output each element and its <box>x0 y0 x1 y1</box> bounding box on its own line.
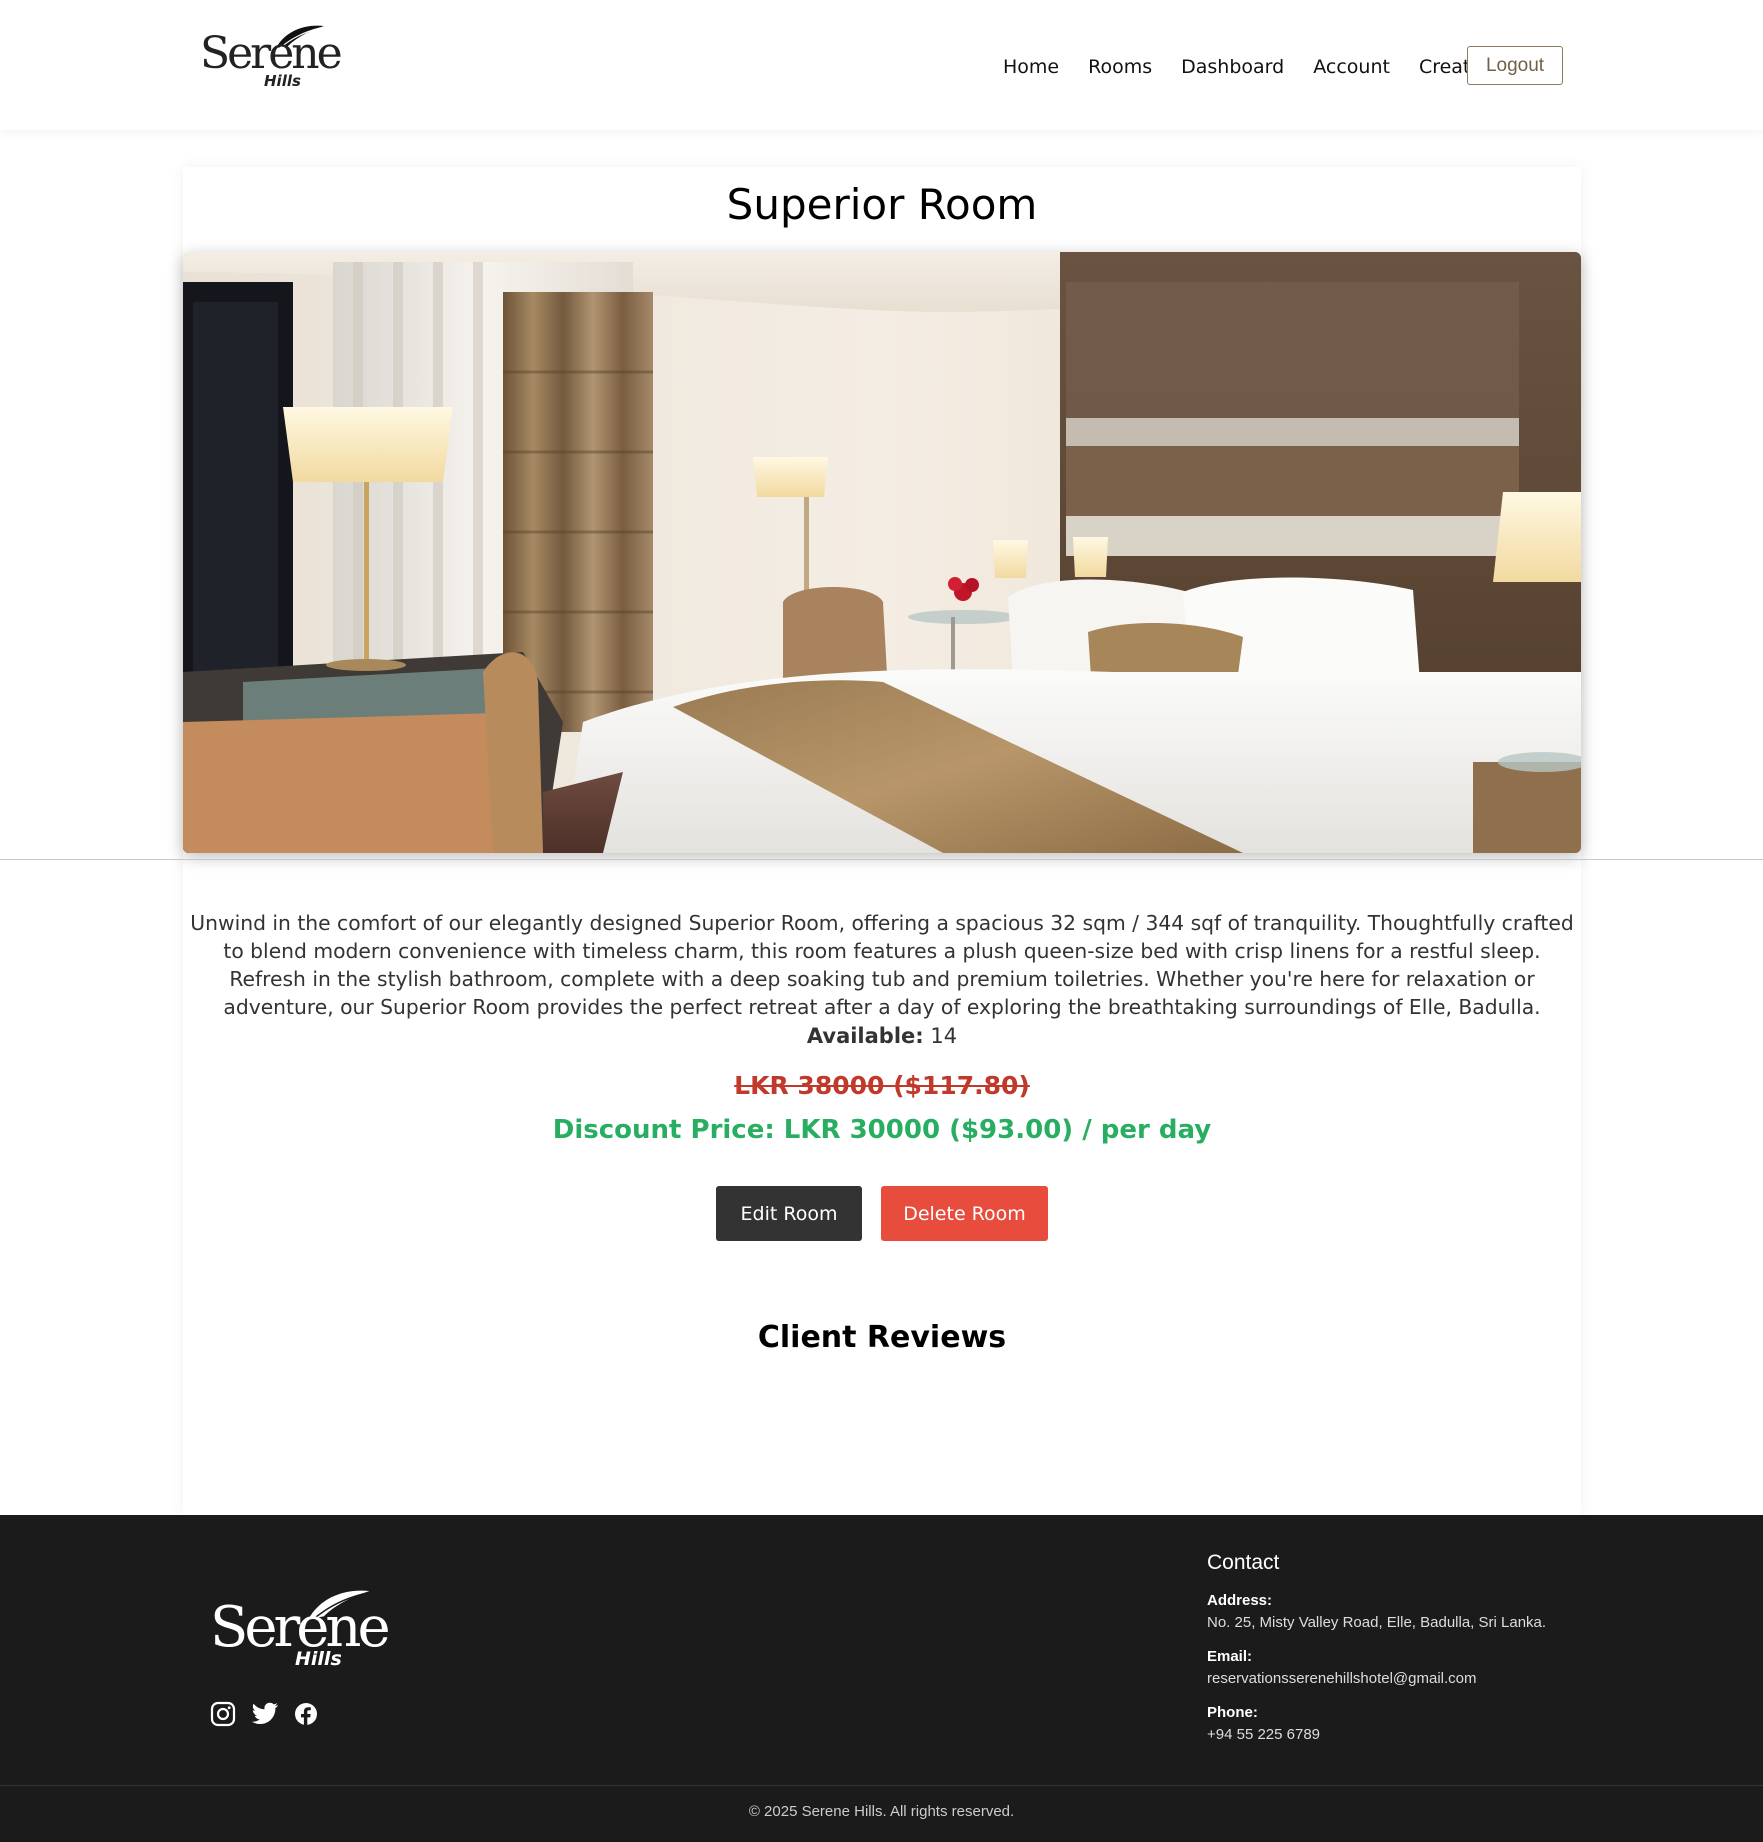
nav-dashboard[interactable]: Dashboard <box>1181 52 1284 82</box>
site-footer: Serene Hills Contact Address: No. 25, Mi… <box>0 1515 1763 1842</box>
address-label: Address: <box>1207 1592 1273 1609</box>
discount-price: Discount Price: LKR 30000 ($93.00) / per… <box>552 1115 1212 1145</box>
email-label: Email: <box>1207 1648 1253 1665</box>
original-price: LKR 38000 ($117.80) <box>734 1071 1030 1100</box>
email-value[interactable]: reservationsserenehillshotel@gmail.com <box>1207 1669 1607 1689</box>
phone-value[interactable]: +94 55 225 6789 <box>1207 1725 1607 1745</box>
nav-account[interactable]: Account <box>1313 52 1390 82</box>
availability: Available: 14 <box>183 1024 1581 1048</box>
room-description: Unwind in the comfort of our elegantly d… <box>190 911 1574 1020</box>
footer-logo[interactable]: Serene Hills <box>210 1588 391 1678</box>
nav-rooms[interactable]: Rooms <box>1088 52 1152 82</box>
logo-word: Serene <box>200 28 343 79</box>
contact-section: Contact Address: No. 25, Misty Valley Ro… <box>1207 1551 1607 1759</box>
address-value: No. 25, Misty Valley Road, Elle, Badulla… <box>1207 1614 1547 1631</box>
social-links <box>210 1701 333 1731</box>
footer-logo-subword: Hills <box>295 1648 342 1670</box>
contact-heading: Contact <box>1207 1551 1280 1574</box>
main-nav: Home Rooms Dashboard Account Create <box>1003 52 1482 82</box>
room-card: Superior Room Unwind in the comfort of o… <box>183 167 1581 1515</box>
room-photo <box>183 252 1581 853</box>
available-value: 14 <box>930 1024 958 1048</box>
logo-subword: Hills <box>264 72 301 90</box>
client-reviews-heading: Client Reviews <box>757 1319 1007 1355</box>
room-image <box>183 252 1581 853</box>
page-title: Superior Room <box>726 180 1038 229</box>
copyright-text: © 2025 Serene Hills. All rights reserved… <box>748 1803 1015 1820</box>
divider <box>0 859 1763 860</box>
site-header: Serene Hills Home Rooms Dashboard Accoun… <box>0 0 1763 130</box>
site-logo[interactable]: Serene Hills <box>198 24 343 94</box>
footer-divider <box>0 1785 1763 1786</box>
logout-button[interactable]: Logout <box>1467 46 1563 85</box>
nav-home[interactable]: Home <box>1003 52 1059 82</box>
twitter-icon[interactable] <box>251 1701 279 1731</box>
phone-label: Phone: <box>1207 1704 1258 1721</box>
edit-room-button[interactable]: Edit Room <box>716 1186 862 1241</box>
available-label: Available: <box>806 1024 924 1048</box>
facebook-icon[interactable] <box>294 1702 318 1730</box>
instagram-icon[interactable] <box>210 1701 236 1731</box>
delete-room-button[interactable]: Delete Room <box>881 1186 1048 1241</box>
